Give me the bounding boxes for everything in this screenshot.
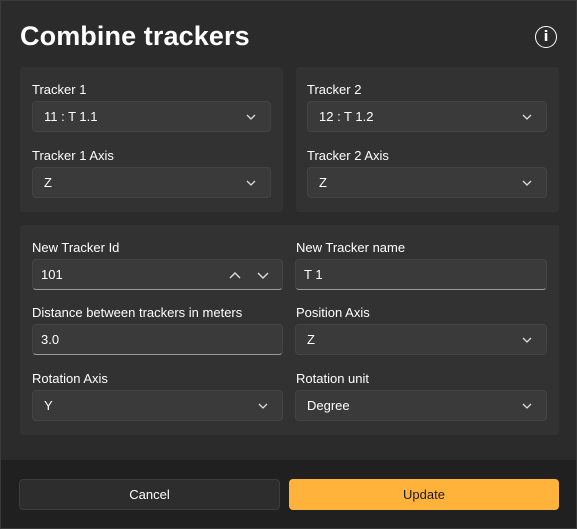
tracker2-label: Tracker 2 <box>307 82 362 97</box>
increment-up-icon[interactable] <box>226 268 244 282</box>
new-tracker-name-label: New Tracker name <box>296 240 406 255</box>
position-axis-label: Position Axis <box>296 305 370 320</box>
new-tracker-id-input[interactable]: 101 <box>32 259 283 290</box>
rotation-unit-label: Rotation unit <box>296 371 369 386</box>
tracker1-axis-select[interactable]: Z <box>32 167 271 198</box>
rotation-unit-select[interactable]: Degree <box>295 390 547 421</box>
chevron-down-icon <box>245 177 257 189</box>
tracker2-select-value: 12 : T 1.2 <box>319 109 374 124</box>
cancel-button[interactable]: Cancel <box>19 479 280 510</box>
tracker2-select[interactable]: 12 : T 1.2 <box>307 101 547 132</box>
tracker2-card: Tracker 2 12 : T 1.2 Tracker 2 Axis Z <box>296 67 559 212</box>
chevron-down-icon <box>521 111 533 123</box>
chevron-down-icon <box>245 111 257 123</box>
new-tracker-id-label: New Tracker Id <box>32 240 120 255</box>
combine-trackers-dialog: Combine trackers i Tracker 1 11 : T 1.1 … <box>0 0 577 529</box>
chevron-down-icon <box>521 334 533 346</box>
distance-input[interactable]: 3.0 <box>32 324 283 355</box>
tracker1-select[interactable]: 11 : T 1.1 <box>32 101 271 132</box>
position-axis-value: Z <box>307 332 315 347</box>
update-button[interactable]: Update <box>289 479 559 510</box>
rotation-axis-value: Y <box>44 398 53 413</box>
tracker1-axis-label: Tracker 1 Axis <box>32 148 114 163</box>
new-tracker-name-input[interactable]: T 1 <box>295 259 547 290</box>
tracker1-axis-value: Z <box>44 175 52 190</box>
info-icon[interactable]: i <box>535 26 557 48</box>
new-tracker-id-value: 101 <box>41 267 63 282</box>
chevron-down-icon <box>257 400 269 412</box>
decrement-down-icon[interactable] <box>254 268 272 282</box>
tracker2-axis-select[interactable]: Z <box>307 167 547 198</box>
rotation-axis-label: Rotation Axis <box>32 371 108 386</box>
new-tracker-name-value: T 1 <box>304 267 323 282</box>
dialog-footer: Cancel Update <box>1 460 576 528</box>
new-tracker-card: New Tracker Id 101 New Tracker name T 1 … <box>20 225 559 435</box>
tracker1-card: Tracker 1 11 : T 1.1 Tracker 1 Axis Z <box>20 67 283 212</box>
chevron-down-icon <box>521 177 533 189</box>
position-axis-select[interactable]: Z <box>295 324 547 355</box>
tracker2-axis-label: Tracker 2 Axis <box>307 148 389 163</box>
tracker2-axis-value: Z <box>319 175 327 190</box>
distance-label: Distance between trackers in meters <box>32 305 243 320</box>
tracker1-label: Tracker 1 <box>32 82 87 97</box>
rotation-axis-select[interactable]: Y <box>32 390 283 421</box>
chevron-down-icon <box>521 400 533 412</box>
distance-value: 3.0 <box>41 332 60 347</box>
dialog-title: Combine trackers <box>20 21 250 51</box>
tracker1-select-value: 11 : T 1.1 <box>44 109 98 124</box>
rotation-unit-value: Degree <box>307 398 350 413</box>
